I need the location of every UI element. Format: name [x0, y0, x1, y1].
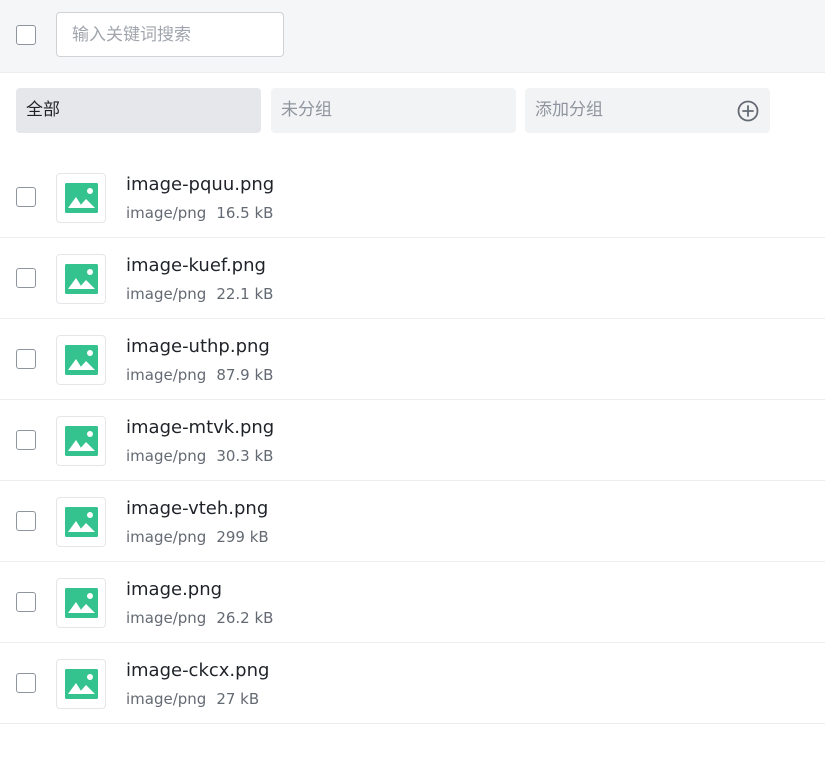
image-icon: [65, 183, 98, 213]
file-meta: image/png 26.2 kB: [126, 609, 273, 627]
file-type: image/png: [126, 204, 207, 222]
file-meta: image/png 27 kB: [126, 690, 259, 708]
group-tab-ungrouped-label: 未分组: [281, 100, 332, 120]
group-tab-all[interactable]: 全部: [16, 88, 261, 133]
file-row[interactable]: image-vteh.png image/png 299 kB: [0, 481, 825, 562]
file-size: 27 kB: [216, 690, 260, 708]
image-icon: [65, 426, 98, 456]
file-checkbox[interactable]: [16, 592, 36, 612]
file-name: image-mtvk.png: [126, 417, 275, 438]
image-icon: [65, 588, 98, 618]
file-name: image-ckcx.png: [126, 660, 270, 681]
file-list: image-pquu.png image/png 16.5 kB image-ku…: [0, 157, 825, 724]
file-thumbnail: [56, 578, 106, 628]
select-all-checkbox[interactable]: [16, 25, 36, 45]
file-name: image-uthp.png: [126, 336, 270, 357]
file-size: 16.5 kB: [216, 204, 274, 222]
file-checkbox[interactable]: [16, 511, 36, 531]
file-type: image/png: [126, 285, 207, 303]
file-type: image/png: [126, 609, 207, 627]
file-name: image-pquu.png: [126, 174, 275, 195]
file-meta: image/png 87.9 kB: [126, 366, 273, 384]
file-thumbnail: [56, 416, 106, 466]
file-name: image-kuef.png: [126, 255, 266, 276]
plus-circle-icon[interactable]: [737, 100, 759, 122]
file-type: image/png: [126, 447, 207, 465]
file-name: image.png: [126, 579, 223, 600]
file-checkbox[interactable]: [16, 268, 36, 288]
file-size: 87.9 kB: [216, 366, 274, 384]
file-size: 299 kB: [216, 528, 269, 546]
file-checkbox[interactable]: [16, 430, 36, 450]
file-type: image/png: [126, 366, 207, 384]
file-type: image/png: [126, 690, 207, 708]
file-meta: image/png 30.3 kB: [126, 447, 273, 465]
toolbar: [0, 0, 825, 73]
file-size: 22.1 kB: [216, 285, 274, 303]
add-group-label: 添加分组: [535, 100, 603, 120]
file-thumbnail: [56, 254, 106, 304]
file-row[interactable]: image.png image/png 26.2 kB: [0, 562, 825, 643]
file-row[interactable]: image-ckcx.png image/png 27 kB: [0, 643, 825, 724]
file-thumbnail: [56, 659, 106, 709]
file-thumbnail: [56, 497, 106, 547]
group-tab-all-label: 全部: [26, 100, 60, 120]
file-row[interactable]: image-mtvk.png image/png 30.3 kB: [0, 400, 825, 481]
image-icon: [65, 669, 98, 699]
file-thumbnail: [56, 173, 106, 223]
image-icon: [65, 345, 98, 375]
image-icon: [65, 507, 98, 537]
file-meta: image/png 16.5 kB: [126, 204, 273, 222]
add-group-button[interactable]: 添加分组: [525, 88, 770, 133]
file-row[interactable]: image-kuef.png image/png 22.1 kB: [0, 238, 825, 319]
file-checkbox[interactable]: [16, 349, 36, 369]
file-name: image-vteh.png: [126, 498, 269, 519]
file-meta: image/png 22.1 kB: [126, 285, 273, 303]
file-thumbnail: [56, 335, 106, 385]
search-input[interactable]: [56, 12, 284, 57]
file-meta: image/png 299 kB: [126, 528, 269, 546]
file-size: 26.2 kB: [216, 609, 274, 627]
file-row[interactable]: image-uthp.png image/png 87.9 kB: [0, 319, 825, 400]
file-checkbox[interactable]: [16, 673, 36, 693]
group-tab-ungrouped[interactable]: 未分组: [271, 88, 516, 133]
file-row[interactable]: image-pquu.png image/png 16.5 kB: [0, 157, 825, 238]
file-size: 30.3 kB: [216, 447, 274, 465]
file-type: image/png: [126, 528, 207, 546]
image-icon: [65, 264, 98, 294]
file-checkbox[interactable]: [16, 187, 36, 207]
